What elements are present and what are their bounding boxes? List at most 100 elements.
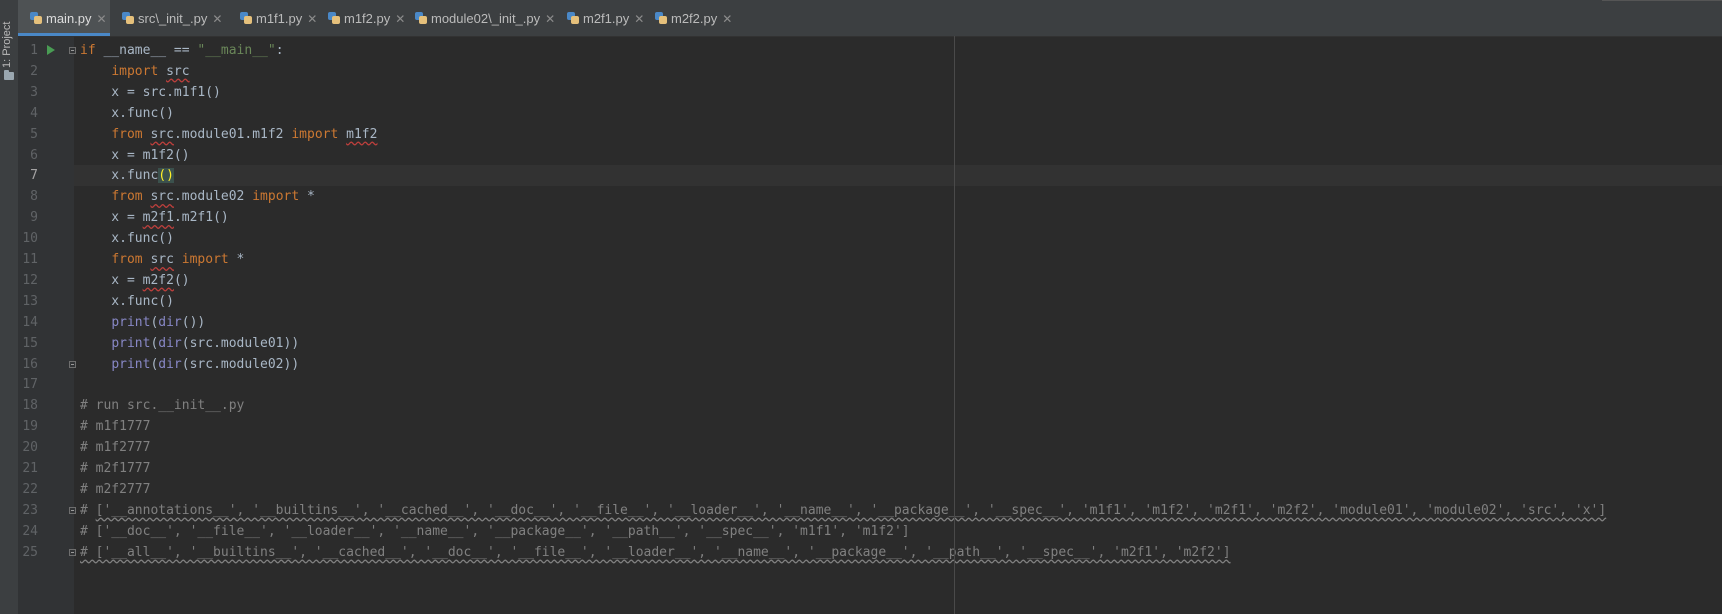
code-token: () <box>158 168 174 184</box>
code-line[interactable]: # m1f2777 <box>80 437 1722 458</box>
code-token: "__main__" <box>197 43 276 58</box>
run-triangle-icon[interactable] <box>47 45 55 55</box>
code-line[interactable]: print(dir(src.module01)) <box>80 333 1722 354</box>
code-line[interactable]: import src <box>80 61 1722 82</box>
code-token: .module02 <box>173 189 253 205</box>
code-line[interactable]: x = m2f1.m2f1() <box>80 207 1722 228</box>
code-line[interactable]: x = m1f2() <box>80 145 1722 166</box>
code-token: print <box>111 314 151 330</box>
code-token: import <box>252 189 300 205</box>
code-token: * <box>299 189 315 205</box>
line-number: 1 <box>30 43 38 58</box>
code-token: : <box>275 43 284 58</box>
code-line[interactable]: if __name__ == "__main__": <box>80 40 1722 61</box>
fold-marker-icon[interactable] <box>69 548 76 556</box>
tab-m2f1-py[interactable]: m2f1.py ✕ <box>555 0 644 36</box>
code-line[interactable]: print(dir()) <box>80 312 1722 333</box>
code-token: # ['__all__', '__builtins__', '__cached_… <box>80 544 1231 560</box>
code-token: dir <box>158 314 182 330</box>
line-number: 9 <box>30 210 38 226</box>
project-tool-button[interactable]: 1: Project <box>1 10 13 68</box>
code-line[interactable]: from src.module01.m1f2 import m1f2 <box>80 124 1722 145</box>
code-token: x = src.m1f1() <box>80 84 221 100</box>
code-token: from <box>111 252 143 267</box>
tab-m1f1-py[interactable]: m1f1.py ✕ <box>228 0 317 36</box>
code-token: x.func() <box>80 105 174 121</box>
code-line[interactable]: # m1f1777 <box>80 416 1722 437</box>
line-number: 16 <box>22 356 38 372</box>
line-number: 22 <box>22 481 38 497</box>
python-file-icon <box>567 12 579 24</box>
line-number: 7 <box>30 168 38 184</box>
code-line[interactable]: x.func() <box>80 291 1722 312</box>
fold-marker-icon[interactable] <box>69 47 76 54</box>
code-line[interactable]: from src import * <box>80 249 1722 270</box>
code-line[interactable]: print(dir(src.module02)) <box>80 354 1722 375</box>
code-line[interactable]: # m2f2777 <box>80 479 1722 500</box>
code-token: print <box>111 335 151 351</box>
code-token: x.func() <box>80 293 174 309</box>
code-line[interactable]: # ['__all__', '__builtins__', '__cached_… <box>80 542 1722 563</box>
close-icon[interactable]: ✕ <box>97 12 107 26</box>
code-token: x.func <box>80 168 159 184</box>
tab-main-py[interactable]: main.py ✕ <box>18 0 110 36</box>
code-token: import <box>111 63 159 79</box>
code-line[interactable]: # ['__annotations__', '__builtins__', '_… <box>80 500 1722 521</box>
code-line[interactable]: # run src.__init__.py <box>80 395 1722 416</box>
code-token: ()) <box>181 314 206 330</box>
close-icon[interactable]: ✕ <box>212 12 222 26</box>
python-file-icon <box>655 12 667 24</box>
code-line[interactable]: # ['__doc__', '__file__', '__loader__', … <box>80 521 1722 542</box>
code-token: import <box>291 126 339 142</box>
fold-marker-icon[interactable] <box>69 360 76 368</box>
code-token: x.func() <box>80 231 174 247</box>
code-editor[interactable]: if __name__ == "__main__": import src x … <box>74 36 1722 614</box>
close-icon[interactable]: ✕ <box>722 12 732 26</box>
code-line[interactable]: # m2f1777 <box>80 458 1722 479</box>
code-token: # m2f2777 <box>80 481 151 497</box>
code-line[interactable]: x.func() <box>80 103 1722 124</box>
line-number: 4 <box>30 105 38 121</box>
tab-src-init-py[interactable]: src\_init_.py ✕ <box>110 0 228 36</box>
right-margin-guide <box>954 36 955 614</box>
code-line[interactable]: from src.module02 import * <box>80 186 1722 207</box>
tab-label: main.py <box>46 11 92 26</box>
tab-m2f2-py[interactable]: m2f2.py ✕ <box>643 0 732 36</box>
code-line[interactable] <box>80 374 1722 395</box>
line-number: 12 <box>22 272 38 288</box>
line-number: 17 <box>22 377 38 393</box>
line-number: 19 <box>22 419 38 435</box>
code-line[interactable]: x = m2f2() <box>80 270 1722 291</box>
unresolved-reference: src <box>166 63 190 79</box>
fold-marker-icon[interactable] <box>69 506 76 514</box>
code-token: # ['__doc__', '__file__', '__loader__', … <box>80 523 910 539</box>
code-token: dir <box>158 356 182 372</box>
line-number: 14 <box>22 314 38 330</box>
code-line[interactable]: x.func() <box>80 165 1722 186</box>
line-number: 5 <box>30 126 38 142</box>
close-icon[interactable]: ✕ <box>545 12 555 26</box>
code-line[interactable]: x = src.m1f1() <box>80 82 1722 103</box>
tab-m1f2-py[interactable]: m1f2.py ✕ <box>316 0 405 36</box>
line-number: 2 <box>30 63 38 79</box>
tab-label: src\_init_.py <box>138 11 208 26</box>
line-number: 11 <box>22 252 38 267</box>
code-line[interactable]: x.func() <box>80 228 1722 249</box>
tab-module02-init-py[interactable]: module02\_init_.py ✕ <box>403 0 555 36</box>
divider <box>1602 0 1722 1</box>
tab-label: m2f2.py <box>671 11 718 26</box>
code-token: # m1f2777 <box>80 440 151 456</box>
code-token: from <box>111 189 143 205</box>
line-number: 10 <box>22 231 38 247</box>
code-token: # <box>80 502 96 518</box>
line-number: 25 <box>22 544 38 560</box>
folder-icon[interactable] <box>4 70 14 80</box>
code-token: .module01.m1f2 <box>173 126 292 142</box>
code-token: print <box>111 356 151 372</box>
